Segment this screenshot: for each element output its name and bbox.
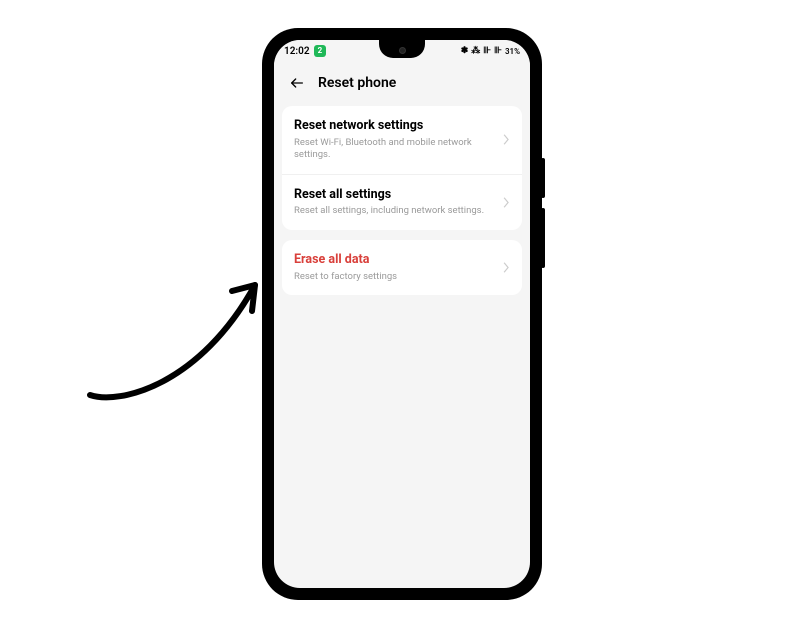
chevron-right-icon xyxy=(503,197,510,208)
status-time: 12:02 xyxy=(284,46,310,57)
page-header: Reset phone xyxy=(274,62,530,106)
battery-text: 31% xyxy=(505,47,520,56)
power-button xyxy=(541,158,545,198)
signal-icon: ⊪ xyxy=(494,46,502,56)
item-reset-all-settings[interactable]: Reset all settings Reset all settings, i… xyxy=(282,174,522,230)
item-subtitle: Reset to factory settings xyxy=(294,271,495,283)
item-title: Reset all settings xyxy=(294,187,495,204)
chevron-right-icon xyxy=(503,134,510,145)
item-reset-network-settings[interactable]: Reset network settings Reset Wi-Fi, Blue… xyxy=(282,106,522,174)
volume-button xyxy=(541,208,545,268)
phone-screen: 12:02 2 ✽ ⁂ ⊪ ⊪ 31% Reset phone xyxy=(274,40,530,588)
settings-group-general: Reset network settings Reset Wi-Fi, Blue… xyxy=(282,106,522,230)
item-subtitle: Reset all settings, including network se… xyxy=(294,205,495,217)
notch xyxy=(379,40,425,58)
item-subtitle: Reset Wi-Fi, Bluetooth and mobile networ… xyxy=(294,137,495,162)
settings-group-erase: Erase all data Reset to factory settings xyxy=(282,240,522,295)
item-title: Erase all data xyxy=(294,252,495,269)
back-button[interactable] xyxy=(288,74,306,92)
page-title: Reset phone xyxy=(318,75,396,91)
signal-icon: ⊪ xyxy=(483,46,491,56)
item-title: Reset network settings xyxy=(294,118,495,135)
sim-badge: 2 xyxy=(314,45,327,57)
arrow-left-icon xyxy=(289,75,305,91)
chevron-right-icon xyxy=(503,262,510,273)
settings-list: Reset network settings Reset Wi-Fi, Blue… xyxy=(274,106,530,295)
item-erase-all-data[interactable]: Erase all data Reset to factory settings xyxy=(282,240,522,295)
bluetooth-icon: ✽ xyxy=(461,46,469,56)
phone-frame: 12:02 2 ✽ ⁂ ⊪ ⊪ 31% Reset phone xyxy=(262,28,542,600)
bluetooth-icon: ⁂ xyxy=(471,46,480,56)
